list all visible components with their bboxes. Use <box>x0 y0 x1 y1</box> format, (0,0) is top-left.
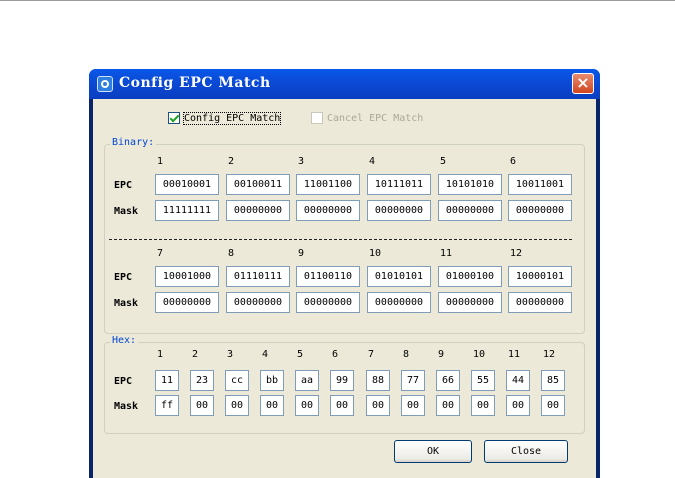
hex-mask-field[interactable]: 00 <box>225 395 249 416</box>
hex-legend: Hex: <box>110 335 139 346</box>
hex-col-header: 5 <box>297 349 304 360</box>
hex-epc-field[interactable]: 44 <box>506 370 530 391</box>
binary-mask-label: Mask <box>114 206 139 217</box>
title-bar[interactable]: Config EPC Match × <box>89 69 600 99</box>
binary-epc-field[interactable]: 10111011 <box>367 174 431 195</box>
binary-epc-field[interactable]: 11001100 <box>296 174 360 195</box>
hex-col-header: 6 <box>332 349 339 360</box>
hex-epc-field[interactable]: 99 <box>330 370 354 391</box>
binary-mask-field[interactable]: 00000000 <box>367 200 431 221</box>
hex-epc-field[interactable]: 23 <box>190 370 214 391</box>
dialog-body: Config EPC Match Cancel EPC Match Binary… <box>93 99 596 478</box>
config-epc-match-checkbox-row[interactable]: Config EPC Match <box>168 111 282 125</box>
hex-col-header: 7 <box>368 349 375 360</box>
binary-col-header: 3 <box>298 156 305 167</box>
binary-mask-field[interactable]: 00000000 <box>367 292 431 313</box>
binary-epc-field[interactable]: 00010001 <box>155 174 219 195</box>
cancel-epc-match-label: Cancel EPC Match <box>327 112 424 124</box>
hex-mask-label: Mask <box>114 401 139 412</box>
hex-epc-field[interactable]: 85 <box>541 370 565 391</box>
hex-mask-field[interactable]: 00 <box>471 395 495 416</box>
close-button[interactable]: Close <box>484 440 568 463</box>
hex-epc-field[interactable]: 88 <box>366 370 390 391</box>
hex-col-header: 2 <box>192 349 199 360</box>
binary-col-header: 5 <box>440 156 447 167</box>
binary-mask-field[interactable]: 00000000 <box>296 292 360 313</box>
close-icon[interactable]: × <box>572 73 594 94</box>
binary-mask-label: Mask <box>114 298 139 309</box>
hex-mask-field[interactable]: 00 <box>295 395 319 416</box>
binary-mask-field[interactable]: 11111111 <box>155 200 219 221</box>
binary-mask-field[interactable]: 00000000 <box>508 292 572 313</box>
binary-epc-field[interactable]: 01110111 <box>226 266 290 287</box>
hex-col-header: 10 <box>473 349 486 360</box>
binary-col-header: 8 <box>228 248 235 259</box>
hex-epc-field[interactable]: bb <box>260 370 284 391</box>
hex-mask-field[interactable]: 00 <box>436 395 460 416</box>
hex-col-header: 12 <box>543 349 556 360</box>
hex-mask-field[interactable]: 00 <box>366 395 390 416</box>
hex-col-header: 11 <box>508 349 521 360</box>
binary-mask-field[interactable]: 00000000 <box>438 200 502 221</box>
binary-group: Binary: 1 2 3 4 5 6 EPC Mask 00010001 00100011 110… <box>104 137 585 334</box>
binary-col-header: 2 <box>228 156 235 167</box>
binary-epc-label: EPC <box>114 272 133 283</box>
hex-mask-field[interactable]: 00 <box>330 395 354 416</box>
hex-col-header: 3 <box>227 349 234 360</box>
top-divider-line <box>0 0 675 1</box>
binary-epc-field[interactable]: 10011001 <box>508 174 572 195</box>
hex-mask-field[interactable]: 00 <box>401 395 425 416</box>
binary-epc-field[interactable]: 10001000 <box>155 266 219 287</box>
hex-epc-field[interactable]: cc <box>225 370 249 391</box>
binary-mask-field[interactable]: 00000000 <box>155 292 219 313</box>
binary-col-header: 11 <box>440 248 453 259</box>
binary-divider <box>109 239 572 240</box>
hex-col-header: 4 <box>262 349 269 360</box>
hex-epc-field[interactable]: 66 <box>436 370 460 391</box>
dialog-title: Config EPC Match <box>119 75 271 91</box>
hex-mask-field[interactable]: ff <box>155 395 179 416</box>
binary-epc-field[interactable]: 01100110 <box>296 266 360 287</box>
binary-col-header: 1 <box>157 156 164 167</box>
binary-col-header: 6 <box>510 156 517 167</box>
binary-epc-field[interactable]: 00100011 <box>226 174 290 195</box>
hex-col-header: 9 <box>438 349 445 360</box>
binary-epc-field[interactable]: 10000101 <box>508 266 572 287</box>
binary-epc-field[interactable]: 01010101 <box>367 266 431 287</box>
hex-epc-field[interactable]: 77 <box>401 370 425 391</box>
binary-mask-field[interactable]: 00000000 <box>226 200 290 221</box>
hex-mask-field[interactable]: 00 <box>260 395 284 416</box>
config-epc-match-label[interactable]: Config EPC Match <box>182 111 282 125</box>
hex-col-header: 1 <box>157 349 164 360</box>
hex-mask-field[interactable]: 00 <box>506 395 530 416</box>
hex-mask-field[interactable]: 00 <box>541 395 565 416</box>
binary-mask-field[interactable]: 00000000 <box>438 292 502 313</box>
binary-col-header: 10 <box>369 248 382 259</box>
hex-mask-field[interactable]: 00 <box>190 395 214 416</box>
hex-epc-field[interactable]: aa <box>295 370 319 391</box>
binary-mask-field[interactable]: 00000000 <box>508 200 572 221</box>
hex-epc-field[interactable]: 11 <box>155 370 179 391</box>
cancel-epc-match-checkbox-row: Cancel EPC Match <box>311 112 423 124</box>
binary-col-header: 4 <box>369 156 376 167</box>
config-epc-match-dialog: Config EPC Match × Config EPC Match Canc… <box>89 69 600 478</box>
hex-epc-field[interactable]: 55 <box>471 370 495 391</box>
binary-col-header: 7 <box>157 248 164 259</box>
hex-group: Hex: 1 2 3 4 5 6 7 8 9 10 11 12 EPC Mask 11 23 cc bb aa 99 8… <box>104 335 585 434</box>
hex-epc-label: EPC <box>114 376 133 387</box>
binary-epc-field[interactable]: 01000100 <box>438 266 502 287</box>
binary-col-header: 12 <box>510 248 523 259</box>
binary-mask-field[interactable]: 00000000 <box>296 200 360 221</box>
binary-epc-field[interactable]: 10101010 <box>438 174 502 195</box>
binary-col-header: 9 <box>298 248 305 259</box>
binary-mask-field[interactable]: 00000000 <box>226 292 290 313</box>
config-epc-match-checkbox[interactable] <box>168 112 180 124</box>
binary-legend: Binary: <box>110 137 157 148</box>
binary-epc-label: EPC <box>114 180 133 191</box>
hex-col-header: 8 <box>403 349 410 360</box>
app-icon <box>97 76 113 92</box>
ok-button[interactable]: OK <box>394 440 472 463</box>
cancel-epc-match-checkbox <box>311 112 323 124</box>
